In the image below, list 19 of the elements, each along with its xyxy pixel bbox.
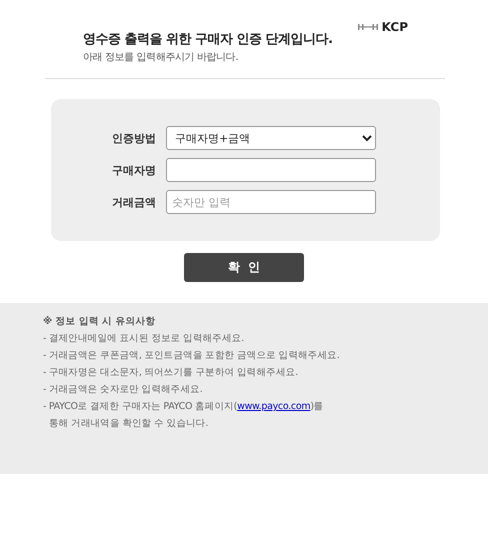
page-subtitle: 아래 정보를 입력해주시기 바랍니다. bbox=[83, 51, 240, 64]
payco-link[interactable]: www.payco.com bbox=[237, 401, 310, 412]
notes-title: ※ 정보 입력 시 유의사항 bbox=[43, 315, 156, 329]
confirm-button[interactable]: 확 인 bbox=[184, 253, 304, 282]
note-text: - PAYCO로 결제한 구매자는 PAYCO 홈페이지(www.payco.com)를 bbox=[43, 400, 324, 414]
note-text: 통해 거래내역을 확인할 수 있습니다. bbox=[48, 417, 210, 431]
logo-mark-icon bbox=[358, 24, 378, 30]
logo-text: KCP bbox=[382, 20, 408, 34]
input-field[interactable]: 숫자만 입력 bbox=[166, 190, 376, 214]
input-field[interactable] bbox=[166, 158, 376, 182]
note-text: - 결제안내메일에 표시된 정보로 입력해주세요. bbox=[43, 332, 246, 346]
note-text: - 구매자명은 대소문자, 띄어쓰기를 구분하여 입력해주세요. bbox=[43, 366, 299, 380]
page-title: 영수증 출력을 위한 구매자 인증 단계입니다. bbox=[83, 31, 333, 48]
field-label: 인증방법 bbox=[111, 130, 156, 146]
field-label: 거래금액 bbox=[111, 194, 156, 210]
note-text: - 거래금액은 숫자로만 입력해주세요. bbox=[43, 383, 204, 397]
note-text: - 거래금액은 쿠폰금액, 포인트금액을 포함한 금액으로 입력해주세요. bbox=[43, 349, 340, 363]
select-field[interactable]: 구매자명+금액 bbox=[166, 126, 376, 150]
field-label: 구매자명 bbox=[111, 162, 156, 178]
